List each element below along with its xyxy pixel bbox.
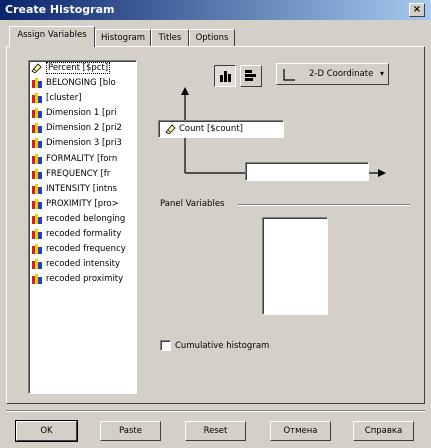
variable-label: Percent [$pct] bbox=[46, 62, 111, 74]
variable-label: Dimension 3 [pri3 bbox=[46, 138, 122, 149]
variable-list-item[interactable]: FREQUENCY [fr bbox=[29, 167, 136, 182]
ordinal-bars-icon bbox=[32, 108, 42, 119]
panel-variables-label: Panel Variables bbox=[160, 199, 225, 209]
cumulative-checkbox[interactable] bbox=[160, 340, 171, 351]
variable-label: recoded belonging bbox=[46, 213, 126, 224]
ok-label: OK bbox=[40, 426, 53, 436]
ordinal-bars-icon bbox=[32, 198, 42, 209]
ok-button[interactable]: OK bbox=[15, 420, 78, 442]
variable-label: FREQUENCY [fr bbox=[46, 168, 111, 179]
ordinal-bars-icon bbox=[32, 274, 42, 285]
bar-chart-icon bbox=[220, 71, 231, 82]
variable-list-item[interactable]: Dimension 2 [pri2 bbox=[29, 121, 136, 136]
variable-label: INTENSITY [intns bbox=[46, 183, 117, 194]
help-label: Справка bbox=[364, 426, 403, 436]
variable-list-item[interactable]: [cluster] bbox=[29, 91, 136, 106]
ordinal-bars-icon bbox=[32, 153, 42, 164]
help-button[interactable]: Справка bbox=[353, 421, 414, 441]
tab-histogram[interactable]: Histogram bbox=[95, 29, 151, 47]
window-titlebar: Create Histogram bbox=[0, 0, 431, 20]
window-title: Create Histogram bbox=[5, 3, 115, 16]
horizontal-bar-icon bbox=[245, 70, 256, 81]
group-separator bbox=[238, 204, 410, 206]
tab-options[interactable]: Options bbox=[189, 29, 235, 47]
ordinal-bars-icon bbox=[32, 78, 42, 89]
reset-label: Reset bbox=[203, 426, 228, 436]
variable-label: FORMALITY [forn bbox=[46, 153, 118, 164]
panel-variables-box[interactable] bbox=[262, 217, 328, 315]
variable-label: Dimension 2 [pri2 bbox=[46, 123, 122, 134]
scale-ruler-icon bbox=[165, 124, 176, 135]
tab-label: Histogram bbox=[100, 33, 146, 43]
tab-assign-variables[interactable]: Assign Variables bbox=[9, 26, 95, 47]
y-axis-value: Count [$count] bbox=[179, 124, 243, 134]
variable-label: Dimension 1 [pri bbox=[46, 108, 117, 119]
ordinal-bars-icon bbox=[32, 229, 42, 240]
variable-list[interactable]: Percent [$pct] BELONGING [blo [cluster] Dim… bbox=[28, 60, 137, 394]
ordinal-bars-icon bbox=[32, 123, 42, 134]
variable-list-item[interactable]: INTENSITY [intns bbox=[29, 182, 136, 197]
variable-list-item[interactable]: PROXIMITY [pro> bbox=[29, 197, 136, 212]
variable-list-item[interactable]: Percent [$pct] bbox=[29, 61, 136, 76]
scale-ruler-icon bbox=[31, 63, 42, 73]
tab-titles[interactable]: Titles bbox=[151, 29, 189, 47]
variable-label: [cluster] bbox=[46, 93, 82, 104]
variable-label: recoded frequency bbox=[46, 244, 126, 255]
horizontal-bar-button[interactable] bbox=[240, 65, 262, 87]
cumulative-label: Cumulative histogram bbox=[175, 341, 270, 351]
tab-label: Assign Variables bbox=[17, 30, 87, 40]
variable-label: recoded formality bbox=[46, 229, 122, 240]
variable-label: recoded proximity bbox=[46, 274, 124, 285]
axes-icon bbox=[283, 69, 295, 81]
variable-list-item[interactable]: recoded frequency bbox=[29, 242, 136, 257]
variable-list-item[interactable]: recoded belonging bbox=[29, 212, 136, 227]
reset-button[interactable]: Reset bbox=[185, 421, 246, 441]
tab-label: Titles bbox=[158, 33, 182, 43]
variable-list-item[interactable]: FORMALITY [forn bbox=[29, 152, 136, 167]
variable-list-item[interactable]: recoded intensity bbox=[29, 257, 136, 272]
variable-list-item[interactable]: recoded proximity bbox=[29, 272, 136, 287]
tab-label: Options bbox=[195, 33, 229, 43]
variable-list-item[interactable]: recoded formality bbox=[29, 227, 136, 242]
close-button[interactable]: × bbox=[409, 3, 425, 17]
paste-label: Paste bbox=[119, 426, 142, 436]
ordinal-bars-icon bbox=[32, 183, 42, 194]
paste-button[interactable]: Paste bbox=[100, 421, 161, 441]
cancel-button[interactable]: Отмена bbox=[270, 421, 331, 441]
variable-list-item[interactable]: BELONGING [blo bbox=[29, 76, 136, 91]
ordinal-bars-icon bbox=[32, 93, 42, 104]
coordinate-dropdown[interactable]: 2-D Coordinate ▾ bbox=[276, 63, 389, 85]
cumulative-option[interactable]: Cumulative histogram bbox=[160, 339, 320, 353]
coordinate-label: 2-D Coordinate bbox=[309, 69, 374, 79]
variable-label: BELONGING [blo bbox=[46, 78, 116, 89]
chevron-down-icon: ▾ bbox=[379, 69, 384, 78]
ordinal-bars-icon bbox=[32, 259, 42, 270]
bar-chart-button[interactable] bbox=[214, 65, 236, 87]
variable-label: PROXIMITY [pro> bbox=[46, 198, 119, 209]
variable-list-item[interactable]: Dimension 1 [pri bbox=[29, 106, 136, 121]
variable-label: recoded intensity bbox=[46, 259, 120, 270]
cancel-label: Отмена bbox=[283, 426, 318, 436]
close-icon: × bbox=[412, 4, 422, 15]
ordinal-bars-icon bbox=[32, 244, 42, 255]
y-axis-field[interactable]: Count [$count] bbox=[158, 120, 284, 138]
variable-list-item[interactable]: Dimension 3 [pri3 bbox=[29, 136, 136, 151]
panel-variables-group: Panel Variables bbox=[160, 199, 420, 211]
button-separator bbox=[6, 410, 425, 412]
x-axis-field[interactable] bbox=[245, 162, 369, 181]
ordinal-bars-icon bbox=[32, 138, 42, 149]
ordinal-bars-icon bbox=[32, 213, 42, 224]
ordinal-bars-icon bbox=[32, 168, 42, 179]
